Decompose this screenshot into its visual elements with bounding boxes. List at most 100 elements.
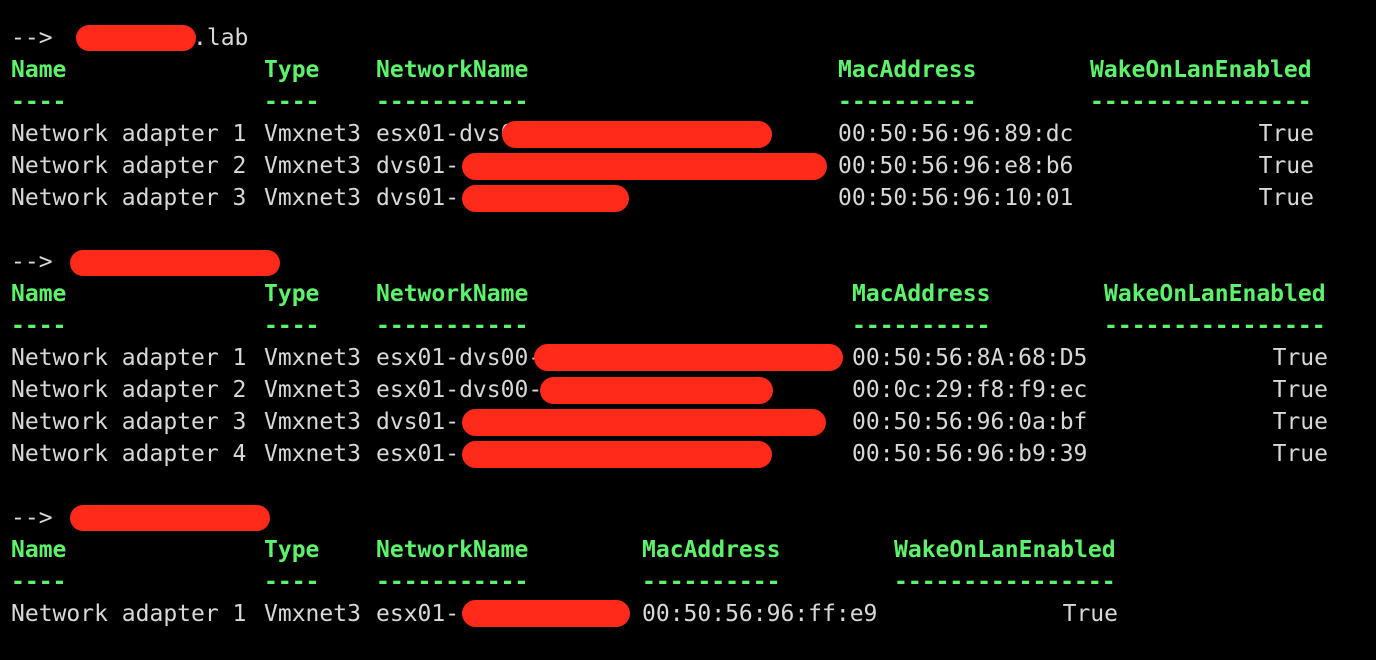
wol-enabled: True: [1272, 441, 1328, 467]
col-header-macaddress: MacAddress: [852, 281, 991, 307]
table-row: Network adapter 2 Vmxnet3 dvs01- 00:50:5…: [11, 150, 1314, 182]
adapter-name: Network adapter 3: [11, 185, 247, 211]
network-name: dvs01-: [376, 409, 460, 435]
adapter-type: Vmxnet3: [264, 377, 361, 403]
dash-macaddress: ----------: [642, 569, 781, 595]
redaction-network: [462, 600, 630, 627]
col-header-wakeonlan: WakeOnLanEnabled: [1104, 281, 1326, 307]
adapter-type: Vmxnet3: [264, 153, 361, 179]
dash-name: ----: [11, 569, 67, 595]
redaction-network: [462, 153, 827, 180]
network-name: esx01-: [376, 601, 460, 627]
dash-networkname: -----------: [376, 569, 529, 595]
dash-row: ---- ---- ----------- ---------- -------…: [11, 310, 1326, 342]
prompt-line: -->: [11, 246, 66, 278]
col-header-name: Name: [11, 281, 67, 307]
col-header-macaddress: MacAddress: [838, 57, 977, 83]
prompt-arrow: -->: [11, 25, 53, 51]
col-header-type: Type: [264, 281, 320, 307]
header-row: Name Type NetworkName MacAddress WakeOnL…: [11, 278, 1326, 310]
adapter-name: Network adapter 1: [11, 345, 247, 371]
col-header-type: Type: [264, 537, 320, 563]
wol-enabled: True: [1272, 409, 1328, 435]
network-name: dvs01-: [376, 153, 460, 179]
network-name: esx01-dvs00-: [376, 345, 543, 371]
col-header-type: Type: [264, 57, 320, 83]
dash-wakeonlan: ----------------: [1090, 89, 1312, 115]
dash-macaddress: ----------: [852, 313, 991, 339]
redaction-network: [462, 185, 629, 212]
mac-address: 00:50:56:96:10:01: [838, 185, 1074, 211]
wol-enabled: True: [1258, 153, 1314, 179]
redaction-host: [70, 250, 280, 276]
dash-row: ---- ---- ----------- ---------- -------…: [11, 566, 1116, 598]
mac-address: 00:50:56:96:ff:e9: [642, 601, 878, 627]
wol-enabled: True: [1258, 121, 1314, 147]
prompt-line: -->: [11, 502, 66, 534]
adapter-type: Vmxnet3: [264, 345, 361, 371]
redaction-host: [76, 25, 196, 51]
header-row: Name Type NetworkName MacAddress WakeOnL…: [11, 54, 1312, 86]
col-header-networkname: NetworkName: [376, 57, 529, 83]
adapter-type: Vmxnet3: [264, 601, 361, 627]
dash-name: ----: [11, 89, 67, 115]
terminal-window: --> .lab Name Type NetworkName MacAddres…: [0, 0, 1376, 660]
network-name: esx01-: [376, 441, 460, 467]
table-row: Network adapter 3 Vmxnet3 dvs01- 00:50:5…: [11, 182, 1314, 214]
network-name: esx01-dvs0: [376, 121, 515, 147]
redaction-network: [462, 441, 772, 468]
dash-networkname: -----------: [376, 89, 529, 115]
dash-type: ----: [264, 313, 320, 339]
wol-enabled: True: [1272, 345, 1328, 371]
dash-macaddress: ----------: [838, 89, 977, 115]
dash-row: ---- ---- ----------- ---------- -------…: [11, 86, 1312, 118]
dash-wakeonlan: ----------------: [894, 569, 1116, 595]
col-header-networkname: NetworkName: [376, 537, 529, 563]
mac-address: 00:50:56:96:89:dc: [838, 121, 1074, 147]
col-header-name: Name: [11, 57, 67, 83]
table-row: Network adapter 4 Vmxnet3 esx01- 00:50:5…: [11, 438, 1328, 470]
table-row: Network adapter 2 Vmxnet3 esx01-dvs00- 0…: [11, 374, 1328, 406]
table-row: Network adapter 1 Vmxnet3 esx01- 00:50:5…: [11, 598, 1118, 630]
prompt-arrow: -->: [11, 249, 53, 275]
adapter-name: Network adapter 1: [11, 121, 247, 147]
redaction-host: [70, 505, 270, 531]
adapter-type: Vmxnet3: [264, 121, 361, 147]
wol-enabled: True: [1062, 601, 1118, 627]
host-suffix: .lab: [193, 25, 249, 51]
table-row: Network adapter 1 Vmxnet3 esx01-dvs0 00:…: [11, 118, 1314, 150]
mac-address: 00:50:56:8A:68:D5: [852, 345, 1088, 371]
col-header-wakeonlan: WakeOnLanEnabled: [894, 537, 1116, 563]
prompt-line: --> .lab: [11, 22, 248, 54]
redaction-network: [540, 377, 773, 404]
adapter-name: Network adapter 1: [11, 601, 247, 627]
header-row: Name Type NetworkName MacAddress WakeOnL…: [11, 534, 1116, 566]
adapter-name: Network adapter 2: [11, 153, 247, 179]
col-header-networkname: NetworkName: [376, 281, 529, 307]
col-header-name: Name: [11, 537, 67, 563]
network-name: dvs01-: [376, 185, 460, 211]
prompt-arrow: -->: [11, 505, 53, 531]
redaction-network: [502, 121, 772, 148]
adapter-name: Network adapter 4: [11, 441, 247, 467]
mac-address: 00:50:56:96:e8:b6: [838, 153, 1074, 179]
mac-address: 00:50:56:96:0a:bf: [852, 409, 1088, 435]
redaction-network: [534, 344, 843, 371]
col-header-wakeonlan: WakeOnLanEnabled: [1090, 57, 1312, 83]
network-name: esx01-dvs00-: [376, 377, 543, 403]
redaction-network: [462, 409, 826, 436]
adapter-name: Network adapter 2: [11, 377, 247, 403]
mac-address: 00:0c:29:f8:f9:ec: [852, 377, 1088, 403]
table-row: Network adapter 3 Vmxnet3 dvs01- 00:50:5…: [11, 406, 1328, 438]
dash-name: ----: [11, 313, 67, 339]
dash-type: ----: [264, 569, 320, 595]
adapter-type: Vmxnet3: [264, 409, 361, 435]
mac-address: 00:50:56:96:b9:39: [852, 441, 1088, 467]
dash-networkname: -----------: [376, 313, 529, 339]
table-row: Network adapter 1 Vmxnet3 esx01-dvs00- 0…: [11, 342, 1328, 374]
wol-enabled: True: [1272, 377, 1328, 403]
col-header-macaddress: MacAddress: [642, 537, 781, 563]
dash-type: ----: [264, 89, 320, 115]
adapter-name: Network adapter 3: [11, 409, 247, 435]
adapter-type: Vmxnet3: [264, 441, 361, 467]
